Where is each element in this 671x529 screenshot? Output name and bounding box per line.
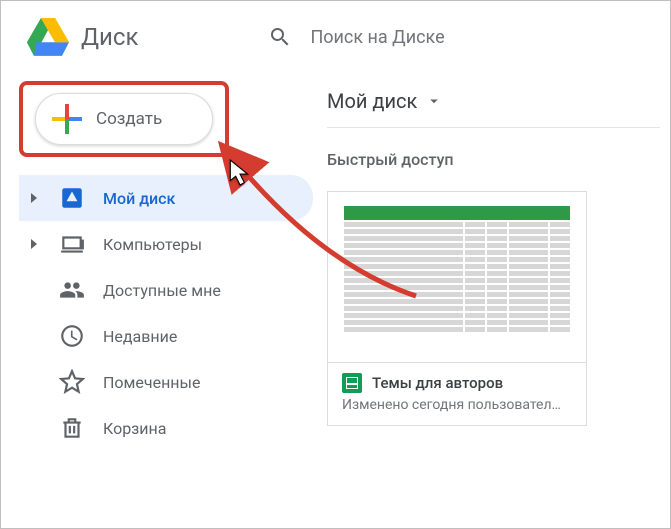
search-icon <box>268 25 292 49</box>
sidebar-item-starred[interactable]: Помеченные <box>19 359 313 405</box>
expand-icon[interactable] <box>27 239 41 249</box>
create-button-highlight: Создать <box>19 81 229 157</box>
sheets-icon <box>342 373 362 393</box>
location-label: Мой диск <box>327 89 417 113</box>
app-brand[interactable]: Диск <box>27 18 138 56</box>
card-footer: Темы для авторов Изменено сегодня пользо… <box>328 362 586 425</box>
shared-icon <box>59 277 85 303</box>
clock-icon <box>59 323 85 349</box>
star-icon <box>59 369 85 395</box>
sidebar-item-shared[interactable]: Доступные мне <box>19 267 313 313</box>
app-title: Диск <box>81 23 138 51</box>
sidebar-item-label: Корзина <box>103 419 166 438</box>
card-subtitle: Изменено сегодня пользовател… <box>342 397 572 413</box>
create-button-label: Создать <box>96 109 162 129</box>
search-box[interactable]: Поиск на Диске <box>268 25 444 49</box>
computers-icon <box>59 231 85 257</box>
my-drive-icon <box>59 185 85 211</box>
sidebar-item-label: Помеченные <box>103 373 200 392</box>
sidebar-item-trash[interactable]: Корзина <box>19 405 313 451</box>
sidebar-item-label: Мой диск <box>103 189 175 208</box>
expand-icon[interactable] <box>27 193 41 203</box>
sidebar-item-recent[interactable]: Недавние <box>19 313 313 359</box>
sidebar-item-label: Доступные мне <box>103 281 221 300</box>
location-dropdown[interactable]: Мой диск <box>327 89 660 128</box>
create-button[interactable]: Создать <box>35 93 213 145</box>
sidebar-item-my-drive[interactable]: Мой диск <box>19 175 313 221</box>
sidebar: Создать Мой диск Компьютеры Доступные мн… <box>1 73 313 451</box>
drive-logo-icon <box>27 18 69 56</box>
search-placeholder: Поиск на Диске <box>310 27 444 48</box>
sidebar-item-computers[interactable]: Компьютеры <box>19 221 313 267</box>
card-thumbnail <box>328 192 586 362</box>
trash-icon <box>59 415 85 441</box>
sidebar-item-label: Недавние <box>103 327 177 346</box>
quick-access-card[interactable]: Темы для авторов Изменено сегодня пользо… <box>327 191 587 426</box>
plus-icon <box>52 104 82 134</box>
main-content: Мой диск Быстрый доступ <box>313 73 670 451</box>
sidebar-item-label: Компьютеры <box>103 235 202 254</box>
chevron-down-icon <box>425 92 443 110</box>
card-title: Темы для авторов <box>372 374 503 392</box>
cursor-icon <box>229 159 251 187</box>
header: Диск Поиск на Диске <box>1 1 670 73</box>
quick-access-heading: Быстрый доступ <box>327 150 660 169</box>
